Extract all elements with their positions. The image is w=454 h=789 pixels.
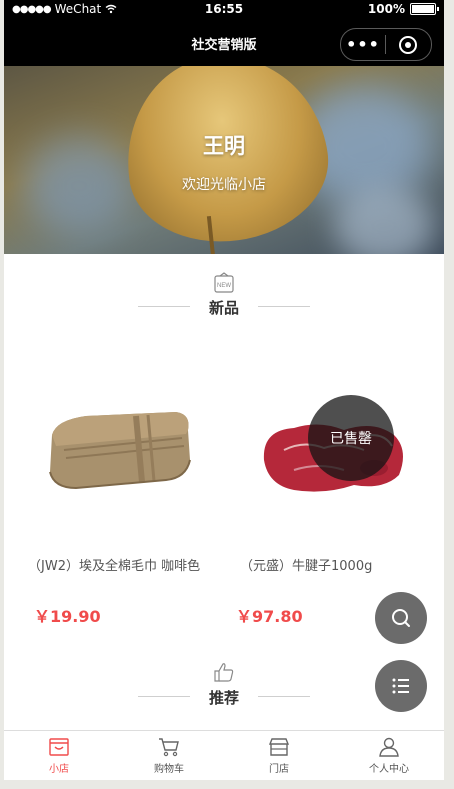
section-title-new: 新品 — [208, 299, 239, 317]
product-card[interactable]: 已售罄 （元盛）牛腱子1000g ￥97.80 — [224, 350, 424, 626]
thumbs-up-icon — [214, 663, 234, 682]
more-dots-icon: ••• — [346, 35, 380, 54]
user-icon — [379, 737, 399, 757]
tab-cart[interactable]: 购物车 — [114, 731, 224, 780]
search-icon — [392, 609, 410, 627]
svg-text:NEW: NEW — [217, 283, 231, 289]
section-header-new: NEW 新品 — [4, 270, 444, 318]
battery-area: 100% — [367, 2, 439, 16]
towel-image — [49, 412, 191, 490]
product-price: ￥97.80 — [236, 607, 303, 626]
tab-label: 个人中心 — [369, 764, 409, 775]
product-name[interactable]: （JW2）埃及全棉毛巾 咖啡色 — [28, 555, 200, 574]
tab-label: 小店 — [49, 764, 69, 775]
nav-bar: 社交营销版 ••• — [4, 20, 444, 66]
hero-banner: 王明 欢迎光临小店 — [4, 66, 444, 254]
status-bar: ●●●●● WeChat 16:55 100% — [4, 0, 444, 20]
tab-shop[interactable]: 小店 — [4, 731, 114, 780]
more-options-button[interactable]: ••• — [341, 35, 385, 54]
miniprogram-capsule: ••• — [340, 28, 432, 61]
tab-profile[interactable]: 个人中心 — [334, 731, 444, 780]
tab-store[interactable]: 门店 — [224, 731, 334, 780]
tab-label: 购物车 — [154, 764, 184, 775]
tab-label: 门店 — [269, 764, 289, 775]
new-tag-icon: NEW — [214, 272, 234, 293]
battery-icon — [410, 3, 439, 15]
product-card[interactable]: （JW2）埃及全棉毛巾 咖啡色 ￥19.90 — [16, 350, 216, 626]
product-image[interactable]: 已售罄 — [224, 350, 424, 530]
ginkgo-leaf-image — [114, 66, 338, 254]
product-image[interactable] — [16, 350, 216, 530]
battery-percent: 100% — [367, 2, 405, 16]
sold-out-badge: 已售罄 — [308, 395, 394, 481]
welcome-subtitle: 欢迎光临小店 — [182, 177, 266, 193]
target-icon — [399, 35, 417, 54]
product-name[interactable]: （元盛）牛腱子1000g — [240, 555, 372, 574]
menu-button[interactable] — [375, 660, 427, 712]
tab-bar: 小店 购物车 门店 个人中心 — [4, 730, 444, 780]
list-icon — [392, 678, 409, 694]
phone-screen: ●●●●● WeChat 16:55 100% 社交营销版 ••• 王明 欢迎光… — [4, 0, 444, 780]
shop-bag-icon — [49, 738, 69, 756]
shop-owner-name: 王明 — [203, 134, 245, 158]
product-price: ￥19.90 — [34, 607, 101, 626]
store-icon — [268, 738, 290, 756]
search-button[interactable] — [375, 592, 427, 644]
close-miniprogram-button[interactable] — [386, 35, 430, 54]
cart-icon — [159, 738, 179, 757]
